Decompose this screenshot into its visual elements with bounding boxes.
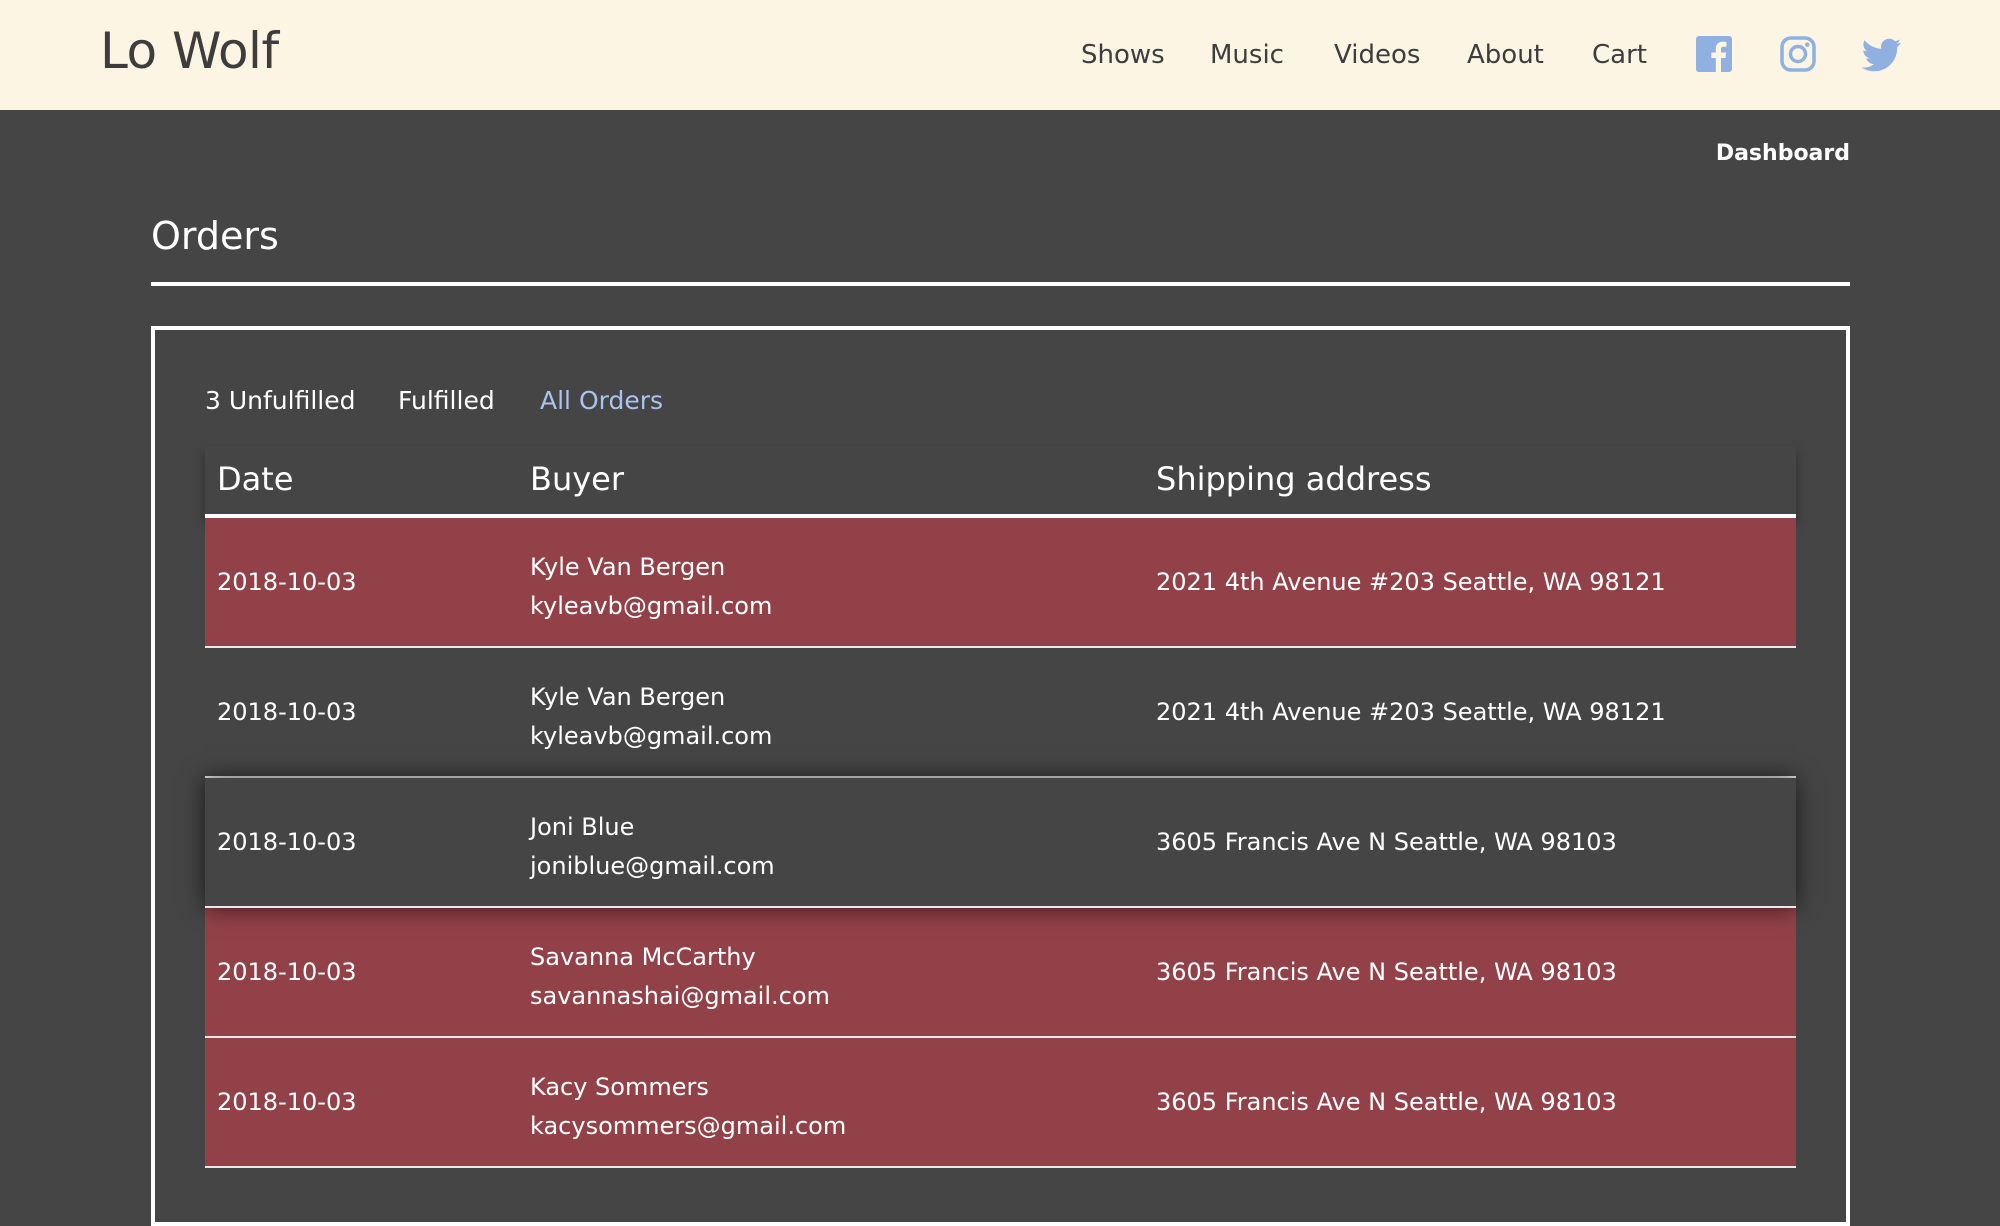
order-date: 2018-10-03 (217, 828, 357, 856)
buyer-name: Savanna McCarthy (530, 943, 756, 971)
tab-fulfilled[interactable]: Fulfilled (398, 386, 495, 415)
table-row[interactable]: 2018-10-03 Kyle Van Bergen kyleavb@gmail… (205, 648, 1796, 778)
page-title: Orders (151, 214, 279, 258)
buyer-email: kyleavb@gmail.com (530, 592, 773, 620)
shipping-address: 3605 Francis Ave N Seattle, WA 98103 (1156, 1088, 1617, 1116)
nav-cart[interactable]: Cart (1592, 40, 1647, 70)
buyer-email: joniblue@gmail.com (530, 852, 775, 880)
column-header-date[interactable]: Date (217, 460, 293, 498)
table-header: Date Buyer Shipping address (205, 446, 1796, 518)
facebook-icon[interactable] (1695, 35, 1733, 73)
site-logo[interactable]: Lo Wolf (100, 22, 279, 80)
buyer-cell: Joni Blue joniblue@gmail.com (530, 808, 775, 886)
shipping-address: 3605 Francis Ave N Seattle, WA 98103 (1156, 828, 1617, 856)
table-row[interactable]: 2018-10-03 Joni Blue joniblue@gmail.com … (205, 778, 1796, 908)
nav-shows[interactable]: Shows (1081, 40, 1165, 70)
buyer-name: Joni Blue (530, 813, 635, 841)
buyer-email: savannashai@gmail.com (530, 982, 830, 1010)
nav-music[interactable]: Music (1210, 40, 1284, 70)
twitter-icon[interactable] (1861, 35, 1902, 73)
shipping-address: 2021 4th Avenue #203 Seattle, WA 98121 (1156, 698, 1666, 726)
buyer-cell: Kyle Van Bergen kyleavb@gmail.com (530, 678, 772, 756)
table-row[interactable]: 2018-10-03 Savanna McCarthy savannashai@… (205, 908, 1796, 1038)
tab-all-orders[interactable]: All Orders (540, 386, 663, 415)
instagram-icon[interactable] (1779, 35, 1817, 73)
order-date: 2018-10-03 (217, 568, 357, 596)
column-header-buyer[interactable]: Buyer (530, 460, 624, 498)
tab-unfulfilled[interactable]: 3 Unfulfilled (205, 386, 355, 415)
orders-table: Date Buyer Shipping address 2018-10-03 K… (205, 446, 1796, 1168)
site-header: Lo Wolf Shows Music Videos About Cart (0, 0, 2000, 110)
dashboard-link[interactable]: Dashboard (1716, 141, 1850, 166)
orders-panel: 3 Unfulfilled Fulfilled All Orders Date … (151, 326, 1850, 1226)
nav-videos[interactable]: Videos (1334, 40, 1420, 70)
column-header-shipping-address[interactable]: Shipping address (1156, 460, 1431, 498)
buyer-email: kacysommers@gmail.com (530, 1112, 847, 1140)
order-date: 2018-10-03 (217, 958, 357, 986)
shipping-address: 2021 4th Avenue #203 Seattle, WA 98121 (1156, 568, 1666, 596)
buyer-name: Kacy Sommers (530, 1073, 709, 1101)
table-row[interactable]: 2018-10-03 Kacy Sommers kacysommers@gmai… (205, 1038, 1796, 1168)
table-row[interactable]: 2018-10-03 Kyle Van Bergen kyleavb@gmail… (205, 518, 1796, 648)
buyer-cell: Savanna McCarthy savannashai@gmail.com (530, 938, 830, 1016)
buyer-cell: Kacy Sommers kacysommers@gmail.com (530, 1068, 846, 1146)
nav-about[interactable]: About (1467, 40, 1544, 70)
buyer-email: kyleavb@gmail.com (530, 722, 773, 750)
order-date: 2018-10-03 (217, 698, 357, 726)
title-divider (151, 282, 1850, 286)
shipping-address: 3605 Francis Ave N Seattle, WA 98103 (1156, 958, 1617, 986)
order-date: 2018-10-03 (217, 1088, 357, 1116)
buyer-cell: Kyle Van Bergen kyleavb@gmail.com (530, 548, 772, 626)
buyer-name: Kyle Van Bergen (530, 683, 726, 711)
buyer-name: Kyle Van Bergen (530, 553, 726, 581)
